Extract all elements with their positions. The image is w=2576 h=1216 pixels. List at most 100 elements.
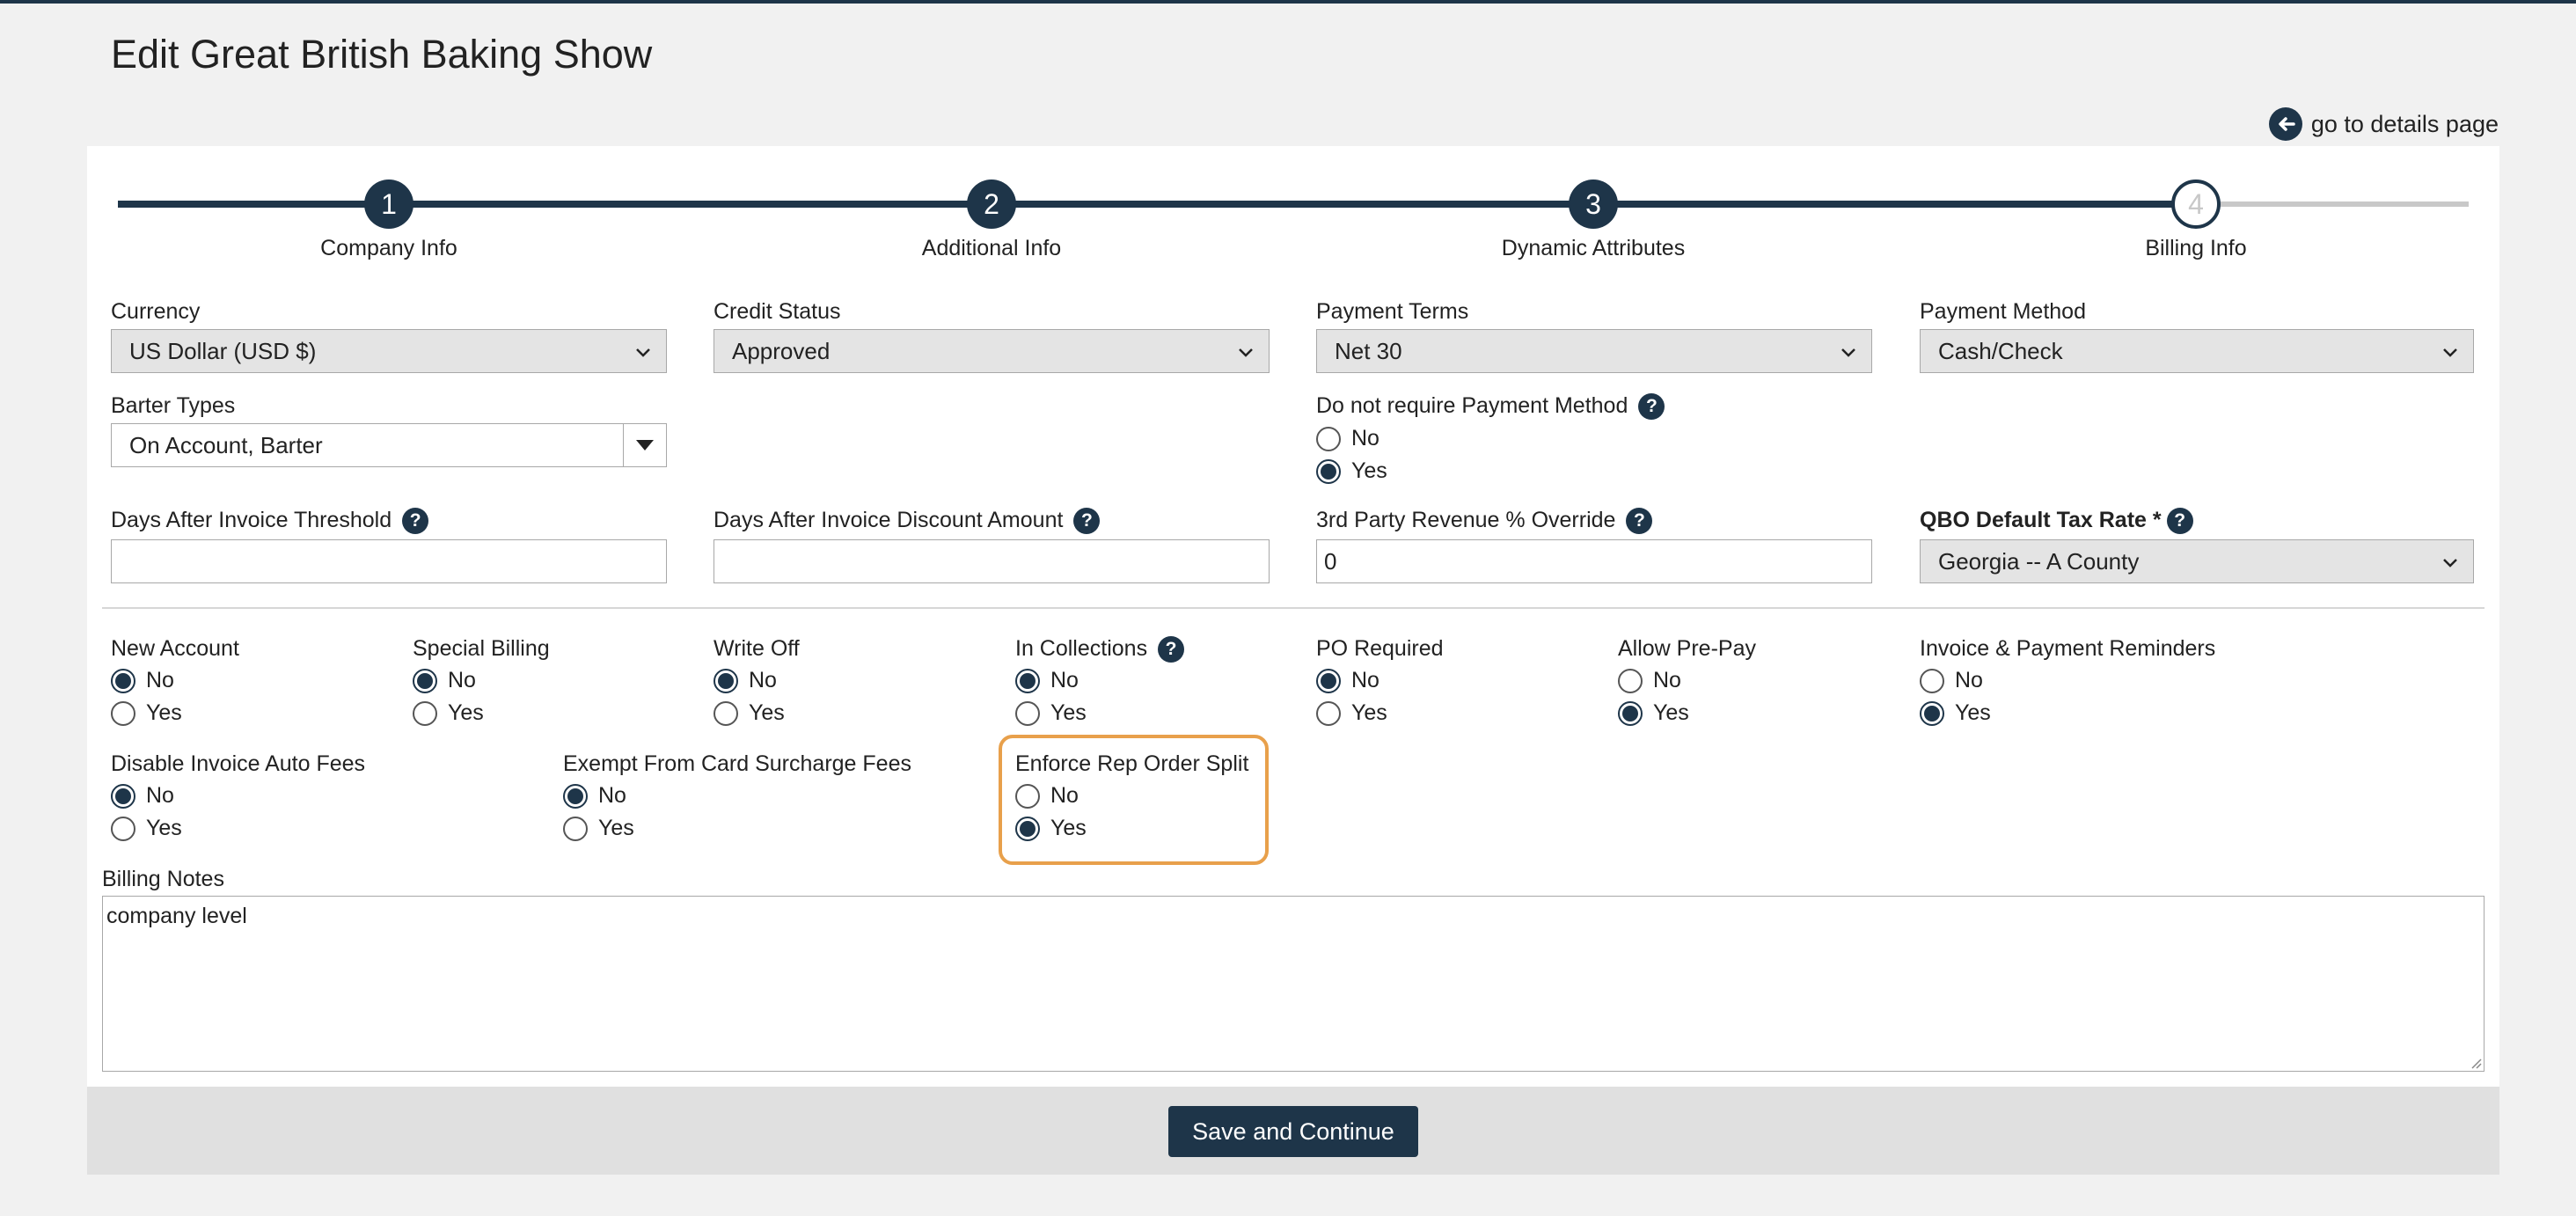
step-3-label[interactable]: Dynamic Attributes <box>1461 236 1725 261</box>
radio-button-selected[interactable] <box>111 783 135 809</box>
chevron-down-icon <box>2443 559 2457 568</box>
in-collections-yes[interactable]: Yes <box>1015 700 1087 726</box>
step-2-circle[interactable]: 2 <box>967 179 1016 229</box>
new-account-label: New Account <box>111 636 239 661</box>
barter-types-multiselect[interactable]: On Account, Barter <box>111 423 667 467</box>
invoice-reminders-no[interactable]: No <box>1920 668 1983 693</box>
question-circle-icon[interactable]: ? <box>1626 508 1653 535</box>
exempt-surcharge-label: Exempt From Card Surcharge Fees <box>563 751 911 776</box>
page-title: Edit Great British Baking Show <box>111 32 653 77</box>
po-required-yes[interactable]: Yes <box>1316 700 1387 726</box>
radio-button[interactable] <box>563 816 588 841</box>
new-account-no[interactable]: No <box>111 668 174 693</box>
payment-terms-select[interactable]: Net 30 <box>1316 329 1872 373</box>
save-and-continue-button[interactable]: Save and Continue <box>1168 1106 1418 1157</box>
arrow-left-circle-icon <box>2268 107 2302 141</box>
invoice-reminders-yes[interactable]: Yes <box>1920 700 1991 726</box>
step-4-label[interactable]: Billing Info <box>2064 236 2328 261</box>
go-to-details-label: go to details page <box>2310 110 2499 137</box>
currency-label: Currency <box>111 299 201 324</box>
days-discount-label: Days After Invoice Discount Amount? <box>714 508 1101 535</box>
chevron-down-icon <box>1239 348 1253 357</box>
allow-prepay-yes[interactable]: Yes <box>1618 700 1689 726</box>
payment-method-value: Cash/Check <box>1938 337 2063 364</box>
billing-notes-value: company level <box>106 904 247 928</box>
payment-terms-label: Payment Terms <box>1316 299 1469 324</box>
radio-button[interactable] <box>1316 700 1341 726</box>
radio-button-selected[interactable] <box>1618 700 1643 726</box>
write-off-no[interactable]: No <box>714 668 777 693</box>
new-account-yes[interactable]: Yes <box>111 700 182 726</box>
question-circle-icon[interactable]: ? <box>1073 508 1101 535</box>
step-1-label[interactable]: Company Info <box>257 236 521 261</box>
radio-button-selected[interactable] <box>1920 700 1944 726</box>
question-circle-icon[interactable]: ? <box>2166 508 2193 535</box>
disable-auto-fees-no[interactable]: No <box>111 783 174 809</box>
question-circle-icon[interactable]: ? <box>1638 393 1665 421</box>
question-circle-icon[interactable]: ? <box>402 508 429 535</box>
caret-down-icon[interactable] <box>636 440 654 451</box>
disable-auto-fees-label: Disable Invoice Auto Fees <box>111 751 366 776</box>
write-off-yes[interactable]: Yes <box>714 700 785 726</box>
radio-button[interactable] <box>1920 668 1944 693</box>
qbo-tax-rate-select[interactable]: Georgia -- A County <box>1920 539 2474 583</box>
in-collections-label: In Collections? <box>1015 636 1185 663</box>
allow-prepay-no[interactable]: No <box>1618 668 1681 693</box>
exempt-surcharge-no[interactable]: No <box>563 783 626 809</box>
po-required-no[interactable]: No <box>1316 668 1379 693</box>
invoice-reminders-label: Invoice & Payment Reminders <box>1920 636 2216 661</box>
step-1-circle[interactable]: 1 <box>364 179 413 229</box>
radio-button-selected[interactable] <box>1015 668 1040 693</box>
chevron-down-icon <box>1841 348 1855 357</box>
question-circle-icon[interactable]: ? <box>1158 636 1185 663</box>
stepper-remaining-line <box>2196 201 2469 207</box>
disable-auto-fees-yes[interactable]: Yes <box>111 816 182 841</box>
step-3-circle[interactable]: 3 <box>1569 179 1618 229</box>
radio-button-selected[interactable] <box>413 668 437 693</box>
section-divider <box>102 607 2485 609</box>
radio-button[interactable] <box>1618 668 1643 693</box>
billing-notes-textarea[interactable]: company level <box>102 896 2485 1072</box>
chevron-down-icon <box>636 348 650 357</box>
payment-method-label: Payment Method <box>1920 299 2086 324</box>
radio-button[interactable] <box>413 700 437 726</box>
radio-button-selected[interactable] <box>563 783 588 809</box>
top-accent-bar <box>0 0 2576 4</box>
special-billing-yes[interactable]: Yes <box>413 700 484 726</box>
radio-button-selected[interactable] <box>111 668 135 693</box>
credit-status-label: Credit Status <box>714 299 841 324</box>
step-2-label[interactable]: Additional Info <box>860 236 1123 261</box>
qbo-tax-rate-value: Georgia -- A County <box>1938 547 2140 575</box>
no-payment-method-no[interactable]: No <box>1316 426 1379 451</box>
go-to-details-link[interactable]: go to details page <box>2268 107 2499 141</box>
radio-button[interactable] <box>1015 783 1040 809</box>
resize-grip-icon[interactable] <box>2468 1055 2482 1069</box>
enforce-rep-split-no[interactable]: No <box>1015 783 1079 809</box>
radio-button-selected[interactable] <box>1316 668 1341 693</box>
in-collections-no[interactable]: No <box>1015 668 1079 693</box>
radio-button[interactable] <box>714 700 738 726</box>
radio-button-selected[interactable] <box>1015 816 1040 841</box>
qbo-tax-rate-label: QBO Default Tax Rate *? <box>1920 508 2193 535</box>
days-discount-input[interactable] <box>714 539 1270 583</box>
radio-button-selected[interactable] <box>1316 458 1341 484</box>
payment-method-select[interactable]: Cash/Check <box>1920 329 2474 373</box>
days-threshold-input[interactable] <box>111 539 667 583</box>
exempt-surcharge-yes[interactable]: Yes <box>563 816 634 841</box>
special-billing-label: Special Billing <box>413 636 550 661</box>
radio-button[interactable] <box>111 700 135 726</box>
credit-status-select[interactable]: Approved <box>714 329 1270 373</box>
enforce-rep-split-yes[interactable]: Yes <box>1015 816 1087 841</box>
radio-button[interactable] <box>1316 426 1341 451</box>
third-party-override-input[interactable]: 0 <box>1316 539 1872 583</box>
radio-button[interactable] <box>1015 700 1040 726</box>
third-party-override-label: 3rd Party Revenue % Override? <box>1316 508 1653 535</box>
radio-button[interactable] <box>111 816 135 841</box>
no-payment-method-yes[interactable]: Yes <box>1316 458 1387 484</box>
step-4-circle[interactable]: 4 <box>2171 179 2221 229</box>
currency-select[interactable]: US Dollar (USD $) <box>111 329 667 373</box>
radio-button-selected[interactable] <box>714 668 738 693</box>
days-threshold-label: Days After Invoice Threshold? <box>111 508 429 535</box>
special-billing-no[interactable]: No <box>413 668 476 693</box>
currency-value: US Dollar (USD $) <box>129 337 317 364</box>
